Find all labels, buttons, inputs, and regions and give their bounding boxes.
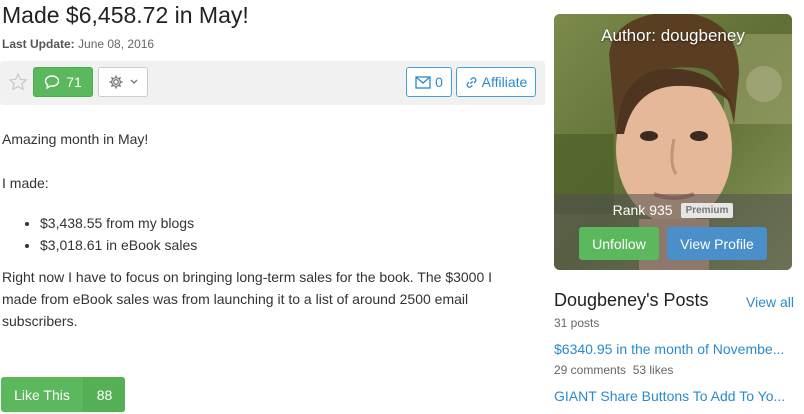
like-label: Like This [14, 386, 70, 403]
author-heading: Author: dougbeney [601, 26, 745, 45]
like-button[interactable]: Like This 88 [1, 377, 125, 412]
list-item: $3,018.61 in eBook sales [40, 234, 197, 256]
settings-dropdown[interactable] [98, 67, 148, 97]
affiliate-button[interactable]: Affiliate [456, 67, 536, 97]
affiliate-label: Affiliate [481, 74, 528, 90]
envelope-icon [415, 75, 431, 89]
list-item: $3,438.55 from my blogs [40, 212, 197, 234]
paragraph: I made: [2, 175, 49, 191]
chevron-down-icon [130, 79, 138, 84]
last-update-label: Last Update: [2, 37, 75, 51]
paragraph: Amazing month in May! [2, 131, 149, 147]
author-rank: Rank 935 Premium [554, 202, 792, 218]
link-icon [466, 76, 477, 88]
view-all-link[interactable]: View all [746, 294, 794, 310]
paragraph: Right now I have to focus on bringing lo… [2, 269, 493, 329]
comments-button[interactable]: 71 [33, 67, 93, 97]
premium-badge: Premium [680, 202, 734, 218]
author-actions: Rank 935 Premium Unfollow View Profile [554, 194, 792, 270]
page-title: Made $6,458.72 in May! [2, 2, 249, 28]
message-button[interactable]: 0 [406, 67, 452, 97]
list-item: $6340.95 in the month of Novembe... 29 c… [554, 341, 794, 377]
post-title-link[interactable]: $6340.95 in the month of Novembe... [554, 341, 790, 357]
post-likes: 53 likes [632, 363, 674, 377]
post-meta: 29 comments 53 likes [554, 363, 794, 377]
last-update: Last Update: June 08, 2016 [2, 37, 154, 51]
comment-icon [45, 75, 60, 90]
like-count: 88 [83, 377, 125, 412]
view-profile-button[interactable]: View Profile [667, 227, 767, 260]
rank-label: Rank 935 [612, 202, 673, 218]
unfollow-button[interactable]: Unfollow [579, 227, 659, 260]
list-item: GIANT Share Buttons To Add To Yo... [554, 388, 794, 404]
gear-icon [109, 75, 123, 89]
last-update-date: June 08, 2016 [78, 37, 155, 51]
article-toolbar: 71 0 Affiliate [0, 61, 545, 105]
posts-count: 31 posts [554, 316, 600, 330]
earnings-list: $3,438.55 from my blogs $3,018.61 in eBo… [2, 212, 197, 256]
star-icon[interactable] [8, 72, 28, 92]
posts-heading: Dougbeney's Posts [554, 290, 709, 310]
author-card: Author: dougbeney Rank 935 Premium Unfol… [554, 14, 792, 270]
messages-count: 0 [435, 74, 443, 90]
post-title-link[interactable]: GIANT Share Buttons To Add To Yo... [554, 388, 790, 404]
post-comments: 29 comments [554, 363, 627, 377]
comments-count: 71 [66, 74, 82, 90]
